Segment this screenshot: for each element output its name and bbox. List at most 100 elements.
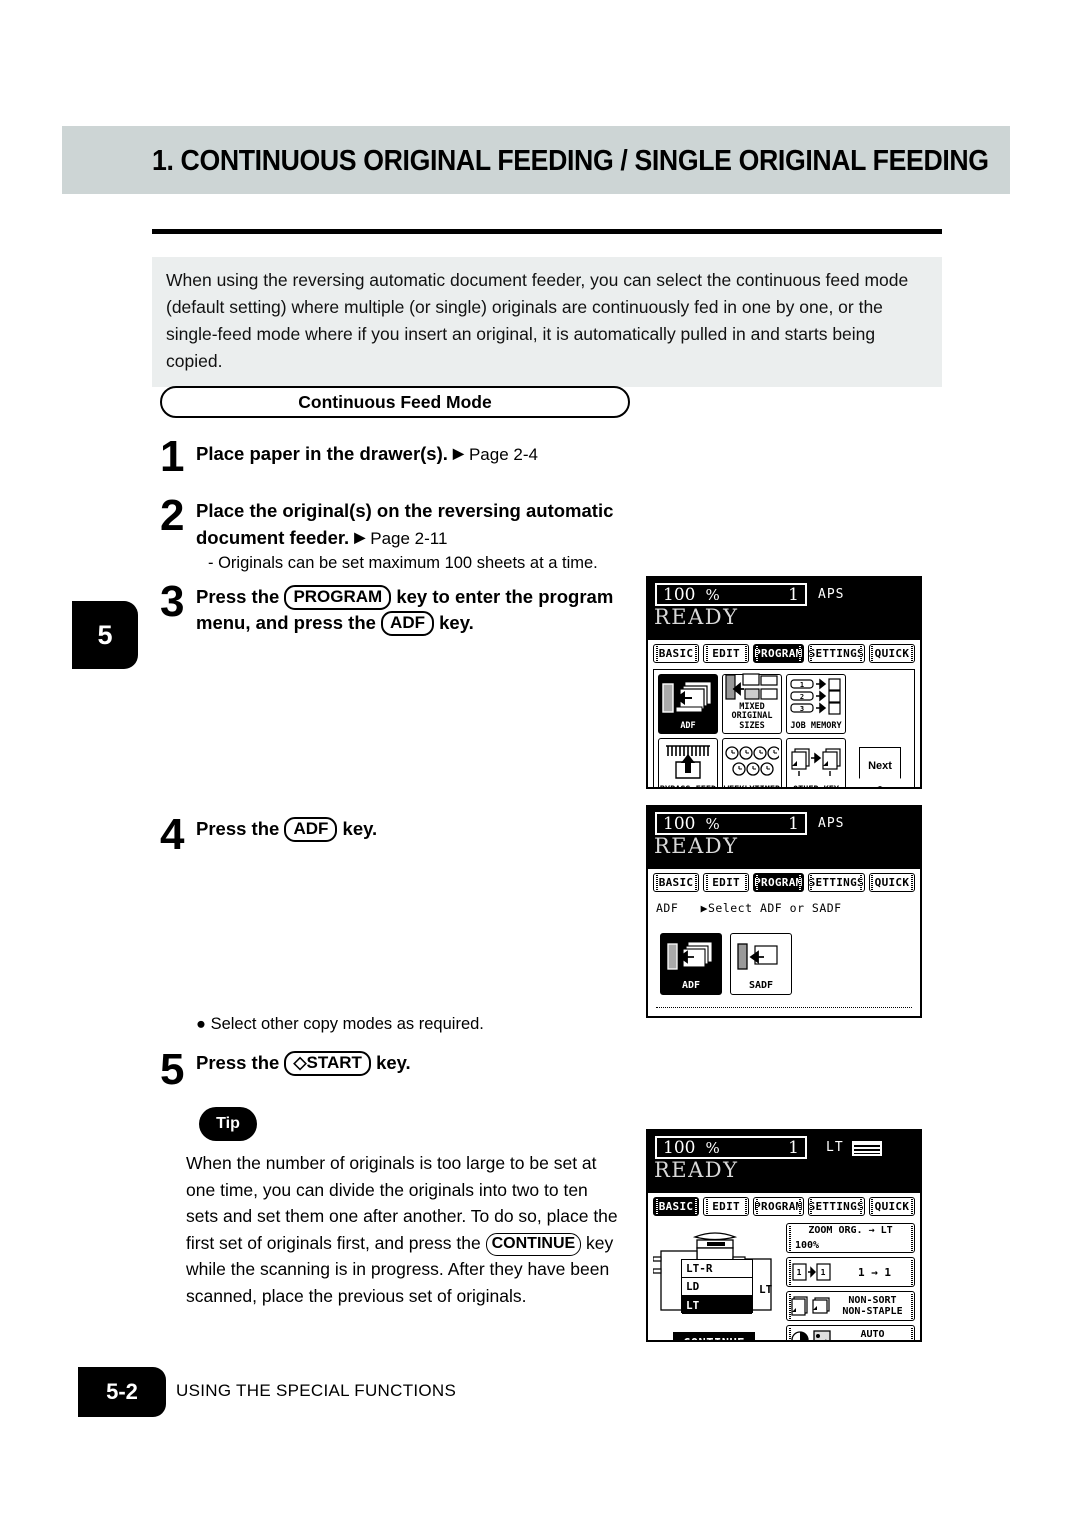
copy-count: 1 xyxy=(788,584,799,605)
job-memory-label: JOB MEMORY xyxy=(790,720,842,731)
sadf-icon xyxy=(737,934,785,980)
svg-text:3: 3 xyxy=(800,705,804,713)
step-2-main-line2: document feeder. xyxy=(196,527,350,548)
step-3-line2a: menu, and press the xyxy=(196,612,376,633)
program-function-grid: ADF MIXED ORIGINAL SIZES 1 2 3 JOB MEMOR… xyxy=(653,669,915,787)
zoom-ratio-display: 100 % 1 xyxy=(655,812,807,835)
program-keycap[interactable]: PROGRAM xyxy=(284,585,392,610)
mixed-original-sizes-label: MIXED ORIGINAL SIZES xyxy=(731,701,773,731)
weekly-timer-button[interactable]: WEEKLYTIMER xyxy=(722,738,782,787)
copy-count: 1 xyxy=(788,1137,799,1158)
adf-choice-row: ADF SADF xyxy=(648,915,920,995)
image-mode-line2: TEXT/PHOTO xyxy=(842,1340,902,1342)
duplex-button[interactable]: 1 1 1 → 1 xyxy=(786,1257,915,1287)
adf-divider xyxy=(656,1007,912,1008)
zoom-value: 100 xyxy=(663,813,696,834)
drawer-row[interactable]: LT xyxy=(682,1296,752,1314)
basic-layout: LT-R LD LT LT CONTINUE ZOOM ORG. → LT 10… xyxy=(648,1219,920,1342)
step-3-line2b: key. xyxy=(439,612,474,633)
tab-quick[interactable]: QUICK xyxy=(868,644,915,663)
tab-basic[interactable]: BASIC xyxy=(653,873,700,892)
paper-size-label: LT xyxy=(826,1140,844,1155)
zoom-value: 100 xyxy=(663,1137,696,1158)
job-memory-button[interactable]: 1 2 3 JOB MEMORY xyxy=(786,674,846,734)
lcd-body: LT-R LD LT LT CONTINUE ZOOM ORG. → LT 10… xyxy=(648,1219,920,1342)
drawer-stack: LT-R LD LT xyxy=(681,1259,753,1314)
step-1-main: Place paper in the drawer(s). xyxy=(196,443,448,464)
tab-basic[interactable]: BASIC xyxy=(653,644,700,663)
zoom-unit: % xyxy=(705,585,720,604)
continue-keycap[interactable]: CONTINUE xyxy=(485,1232,582,1256)
paper-mode-label: APS xyxy=(818,816,845,831)
lcd-body: ADF MIXED ORIGINAL SIZES 1 2 3 JOB MEMOR… xyxy=(648,669,920,787)
bypass-feed-button[interactable]: BYPASS FEED xyxy=(658,738,718,787)
tab-basic[interactable]: BASIC xyxy=(653,1197,700,1216)
cancel-button[interactable]: CANCEL xyxy=(672,1016,744,1018)
lcd-tab-row: BASIC EDIT PROGRAM SETTINGS QUICK xyxy=(648,640,920,666)
next-label: Next xyxy=(868,760,892,773)
machine-diagram: LT-R LD LT LT xyxy=(653,1227,781,1319)
finishing-button-label: NON-SORT NON-STAPLE xyxy=(835,1295,910,1317)
adf-keycap[interactable]: ADF xyxy=(284,817,338,842)
image-mode-button[interactable]: AUTO TEXT/PHOTO xyxy=(786,1325,915,1342)
finishing-icon xyxy=(791,1295,831,1317)
program-grid-empty-cell xyxy=(850,674,910,734)
tab-settings[interactable]: SETTINGS xyxy=(807,1197,865,1216)
tab-edit[interactable]: EDIT xyxy=(703,644,750,663)
zoom-button[interactable]: ZOOM ORG. → LT 100% xyxy=(786,1223,915,1253)
adf-choice-button[interactable]: ADF xyxy=(660,933,722,995)
intro-paragraph: When using the reversing automatic docum… xyxy=(152,257,942,387)
step-5-text: Press the ◇START key. xyxy=(196,1050,626,1076)
zoom-ratio-display: 100 % 1 xyxy=(655,1136,807,1159)
finishing-button[interactable]: NON-SORT NON-STAPLE xyxy=(786,1291,915,1321)
drawer-row[interactable]: LT-R xyxy=(682,1260,752,1278)
step-1-number: 1 xyxy=(160,432,185,481)
adf-keycap[interactable]: ADF xyxy=(381,611,434,636)
step-1-text: Place paper in the drawer(s). ▶ Page 2-4 xyxy=(196,440,626,468)
step-5-number: 5 xyxy=(160,1045,185,1094)
bypass-feed-label: BYPASS FEED xyxy=(660,785,716,787)
page-ref-arrow-icon: ▶ xyxy=(354,529,366,545)
next-tag-icon[interactable]: Next xyxy=(859,747,901,787)
start-keycap[interactable]: ◇START xyxy=(284,1051,371,1076)
other-key-button[interactable]: OTHER KEY xyxy=(786,738,846,787)
tab-program[interactable]: PROGRAM xyxy=(753,644,804,663)
adf-icon xyxy=(659,675,717,722)
drawer-row[interactable]: LD xyxy=(682,1278,752,1296)
tab-quick[interactable]: QUICK xyxy=(868,1197,915,1216)
step-5-post: key. xyxy=(376,1052,411,1073)
step-2-note: - Originals can be set maximum 100 sheet… xyxy=(208,554,598,572)
footer-section-title: USING THE SPECIAL FUNCTIONS xyxy=(176,1381,457,1400)
tab-edit[interactable]: EDIT xyxy=(703,1197,750,1216)
image-mode-label: AUTO TEXT/PHOTO xyxy=(835,1329,910,1342)
step-2-text: Place the original(s) on the reversing a… xyxy=(196,498,636,552)
lcd-basic-screen: 100 % 1 LT READY BASIC EDIT PROGRAM SETT… xyxy=(646,1129,922,1342)
adf-button[interactable]: ADF xyxy=(658,674,718,734)
tab-program[interactable]: PROGRAM xyxy=(753,1197,804,1216)
adf-choice-label: ADF xyxy=(681,980,701,991)
machine-diagram-panel: LT-R LD LT LT CONTINUE xyxy=(653,1223,781,1340)
tab-settings[interactable]: SETTINGS xyxy=(807,644,865,663)
sadf-choice-label: SADF xyxy=(748,980,774,991)
continue-button[interactable]: CONTINUE xyxy=(673,1332,755,1340)
zoom-unit: % xyxy=(705,814,720,833)
step-5-bullet: ● Select other copy modes as required. xyxy=(196,1012,626,1036)
step-5-pre: Press the xyxy=(196,1052,280,1073)
step-2-main-line1: Place the original(s) on the reversing a… xyxy=(196,500,614,521)
next-cell: Next xyxy=(850,738,910,787)
finishing-line2: NON-STAPLE xyxy=(842,1306,903,1317)
status-text: READY xyxy=(654,1158,739,1182)
tab-quick[interactable]: QUICK xyxy=(868,873,915,892)
mixed-original-sizes-button[interactable]: MIXED ORIGINAL SIZES xyxy=(722,672,782,734)
status-text: READY xyxy=(654,834,739,858)
tab-edit[interactable]: EDIT xyxy=(703,873,750,892)
sadf-choice-button[interactable]: SADF xyxy=(730,933,792,995)
tab-settings[interactable]: SETTINGS xyxy=(807,873,865,892)
step-4-text: Press the ADF key. xyxy=(196,816,626,842)
duplex-icon: 1 1 xyxy=(791,1261,835,1283)
mixed-original-sizes-icon xyxy=(723,672,781,703)
tab-program[interactable]: PROGRAM xyxy=(753,873,804,892)
step-3-number: 3 xyxy=(160,577,185,626)
step-3-pre: Press the xyxy=(196,586,280,607)
lcd-status-bar: 100 % 1 APS READY xyxy=(648,807,920,869)
